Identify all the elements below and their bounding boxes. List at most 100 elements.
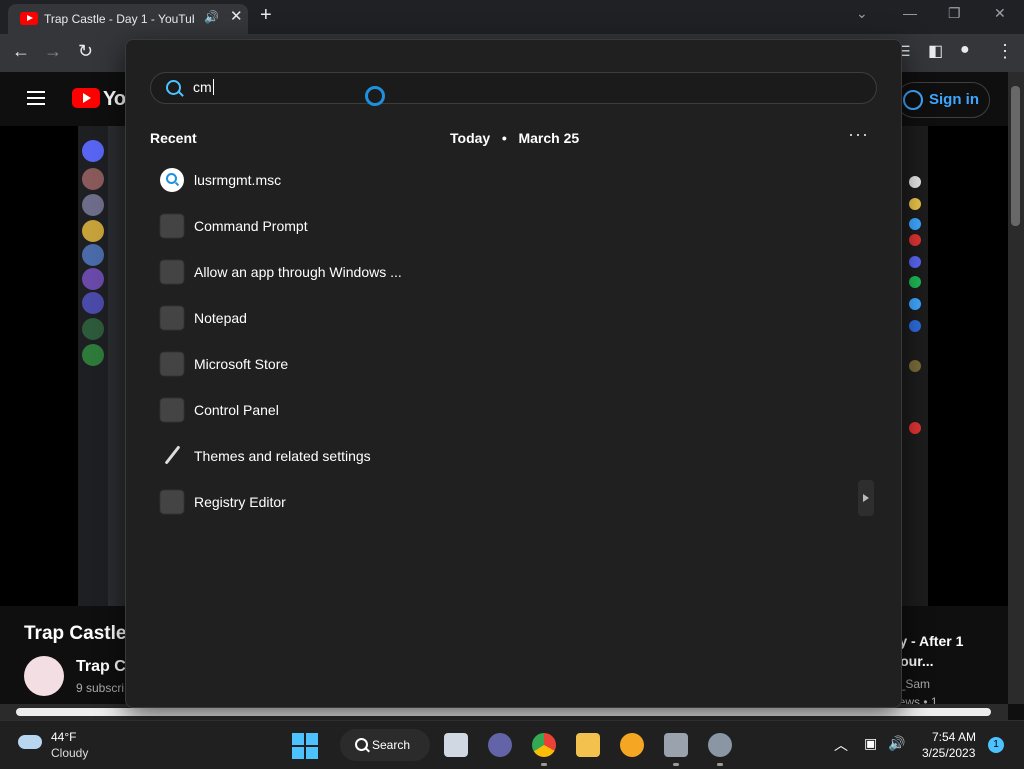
- back-icon[interactable]: ←: [12, 41, 30, 62]
- recent-item-label: Notepad: [194, 310, 247, 326]
- date-label: March 25: [518, 130, 580, 146]
- command-prompt-icon: [160, 214, 184, 238]
- chevron-up-icon[interactable]: ︿: [834, 735, 848, 755]
- recent-item-notepad[interactable]: Notepad: [156, 300, 456, 336]
- recommended-video-title[interactable]: tty - After 1 Hour...: [890, 631, 1000, 671]
- registry-editor-icon: [160, 490, 184, 514]
- browser-tab[interactable]: Trap Castle - Day 1 - YouTube 🔊 ✕: [8, 4, 248, 34]
- cloud-icon[interactable]: [18, 735, 42, 749]
- taskbar-search-label: Search: [372, 738, 411, 752]
- teams-chat-icon[interactable]: [488, 733, 512, 757]
- network-icon[interactable]: ▣: [864, 735, 877, 752]
- weather-condition[interactable]: Cloudy: [51, 746, 88, 760]
- recent-item-registry-editor[interactable]: Registry Editor: [156, 484, 456, 520]
- clock-date[interactable]: 3/25/2023: [922, 746, 975, 760]
- server-icon: [82, 318, 104, 340]
- search-icon: [355, 738, 368, 751]
- recent-item-allow-app[interactable]: Allow an app through Windows ...: [156, 254, 456, 290]
- sign-in-button[interactable]: Sign in: [896, 82, 990, 118]
- chrome-icon[interactable]: [532, 733, 556, 757]
- page-vertical-scrollbar[interactable]: [1008, 72, 1024, 704]
- side-panel-icon[interactable]: ◧: [928, 41, 943, 61]
- running-indicator: [673, 763, 679, 766]
- forward-icon[interactable]: →: [44, 41, 62, 62]
- tray-app-icon: [909, 276, 921, 288]
- tray-app-icon: [909, 360, 921, 372]
- search-icon: [160, 168, 184, 192]
- taskbar-search-button[interactable]: Search: [340, 729, 430, 761]
- recent-item-lusrmgmt[interactable]: lusrmgmt.msc: [156, 162, 456, 198]
- recent-item-themes[interactable]: Themes and related settings: [156, 438, 456, 474]
- volume-icon[interactable]: 🔊: [888, 735, 905, 752]
- scrollbar-thumb[interactable]: [1011, 86, 1020, 226]
- recent-item-label: Allow an app through Windows ...: [194, 264, 402, 280]
- task-view-icon[interactable]: [444, 733, 468, 757]
- tray-app-icon: [909, 256, 921, 268]
- file-explorer-icon[interactable]: [576, 733, 600, 757]
- sign-in-label: Sign in: [929, 91, 979, 108]
- tab-title: Trap Castle - Day 1 - YouTube: [44, 12, 194, 26]
- start-button[interactable]: [292, 733, 318, 759]
- package-app-icon[interactable]: [664, 733, 688, 757]
- server-icon: [82, 168, 104, 190]
- video-frame-server-rail: [78, 126, 108, 606]
- recent-item-command-prompt[interactable]: Command Prompt: [156, 208, 456, 244]
- norton-icon[interactable]: [620, 733, 644, 757]
- windows-logo-icon: [292, 733, 304, 745]
- server-icon: [82, 244, 104, 266]
- server-icon: [82, 344, 104, 366]
- windows-taskbar: 44°F Cloudy Search ︿ ▣ 🔊 7:54 AM 3/25/20…: [0, 720, 1024, 769]
- firewall-icon: [160, 260, 184, 284]
- youtube-favicon-icon: [20, 12, 38, 25]
- notepad-icon: [160, 306, 184, 330]
- video-frame-tray: [902, 126, 928, 606]
- server-icon: [82, 292, 104, 314]
- tray-app-icon: [909, 422, 921, 434]
- server-icon: [82, 268, 104, 290]
- windows-logo-icon: [292, 747, 304, 759]
- start-search-box[interactable]: cm: [150, 72, 877, 104]
- tab-search-icon[interactable]: ⌄: [856, 5, 868, 22]
- hamburger-menu-icon[interactable]: [27, 91, 45, 93]
- clock-time[interactable]: 7:54 AM: [932, 730, 976, 744]
- recent-item-label: lusrmgmt.msc: [194, 172, 282, 188]
- new-tab-button[interactable]: +: [260, 4, 272, 27]
- scrollbar-thumb[interactable]: [16, 708, 991, 716]
- loading-spinner-icon: [365, 86, 385, 106]
- recent-item-label: Control Panel: [194, 402, 279, 418]
- settings-gear-icon[interactable]: [708, 733, 732, 757]
- today-label: Today: [450, 130, 491, 146]
- tray-app-icon: [909, 198, 921, 210]
- running-indicator: [717, 763, 723, 766]
- restore-icon[interactable]: ❐: [948, 5, 961, 22]
- weather-temperature[interactable]: 44°F: [51, 730, 76, 744]
- recent-item-label: Registry Editor: [194, 494, 286, 510]
- recent-item-label: Themes and related settings: [194, 448, 371, 464]
- search-icon: [166, 80, 181, 95]
- menu-icon[interactable]: ⋮: [996, 41, 1014, 62]
- running-indicator: [541, 763, 547, 766]
- youtube-logo-icon[interactable]: [72, 88, 100, 108]
- recent-item-label: Command Prompt: [194, 218, 308, 234]
- date-separator: •: [494, 130, 515, 146]
- recent-item-microsoft-store[interactable]: Microsoft Store: [156, 346, 456, 382]
- channel-avatar[interactable]: [24, 656, 64, 696]
- reload-icon[interactable]: ↻: [78, 41, 93, 62]
- next-page-arrow-button[interactable]: [858, 480, 874, 516]
- recent-item-control-panel[interactable]: Control Panel: [156, 392, 456, 428]
- profile-icon[interactable]: ●: [960, 41, 970, 59]
- close-tab-button[interactable]: ✕: [230, 7, 243, 25]
- windows-logo-icon: [306, 733, 318, 745]
- recent-item-label: Microsoft Store: [194, 356, 289, 372]
- tray-app-icon: [909, 176, 921, 188]
- recent-heading: Recent: [150, 130, 197, 146]
- control-panel-icon: [160, 398, 184, 422]
- tray-app-icon: [909, 234, 921, 246]
- notification-badge[interactable]: 1: [988, 737, 1004, 753]
- close-window-icon[interactable]: ✕: [994, 5, 1006, 22]
- speaker-icon[interactable]: 🔊: [204, 10, 219, 24]
- browser-tab-strip: Trap Castle - Day 1 - YouTube 🔊 ✕ + ⌄ — …: [0, 0, 1024, 34]
- more-options-button[interactable]: ···: [848, 124, 869, 145]
- minimize-icon[interactable]: —: [903, 5, 917, 21]
- search-input[interactable]: cm: [193, 79, 214, 95]
